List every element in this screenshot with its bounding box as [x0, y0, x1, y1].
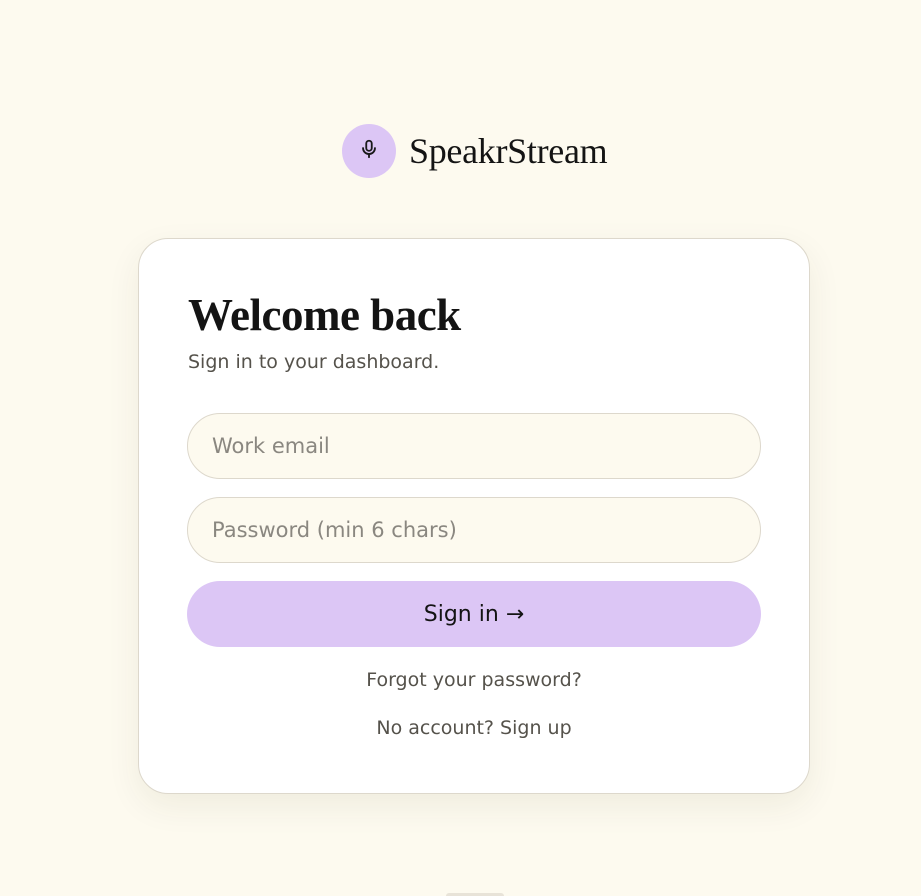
sign-in-button[interactable]: Sign in →: [187, 581, 761, 647]
forgot-password-row: Forgot your password?: [139, 668, 809, 692]
signup-row: No account? Sign up: [139, 716, 809, 740]
sign-up-link[interactable]: No account? Sign up: [376, 717, 571, 739]
login-card: Welcome back Sign in to your dashboard. …: [138, 238, 810, 794]
email-field[interactable]: [187, 413, 761, 479]
page-subtitle: Sign in to your dashboard.: [188, 351, 440, 373]
page-title: Welcome back: [188, 290, 461, 340]
app-name: SpeakrStream: [409, 131, 608, 171]
password-field[interactable]: [187, 497, 761, 563]
brand-header: SpeakrStream: [342, 124, 608, 178]
microphone-icon: [358, 138, 380, 164]
brand-logo: [342, 124, 396, 178]
forgot-password-link[interactable]: Forgot your password?: [366, 669, 582, 691]
